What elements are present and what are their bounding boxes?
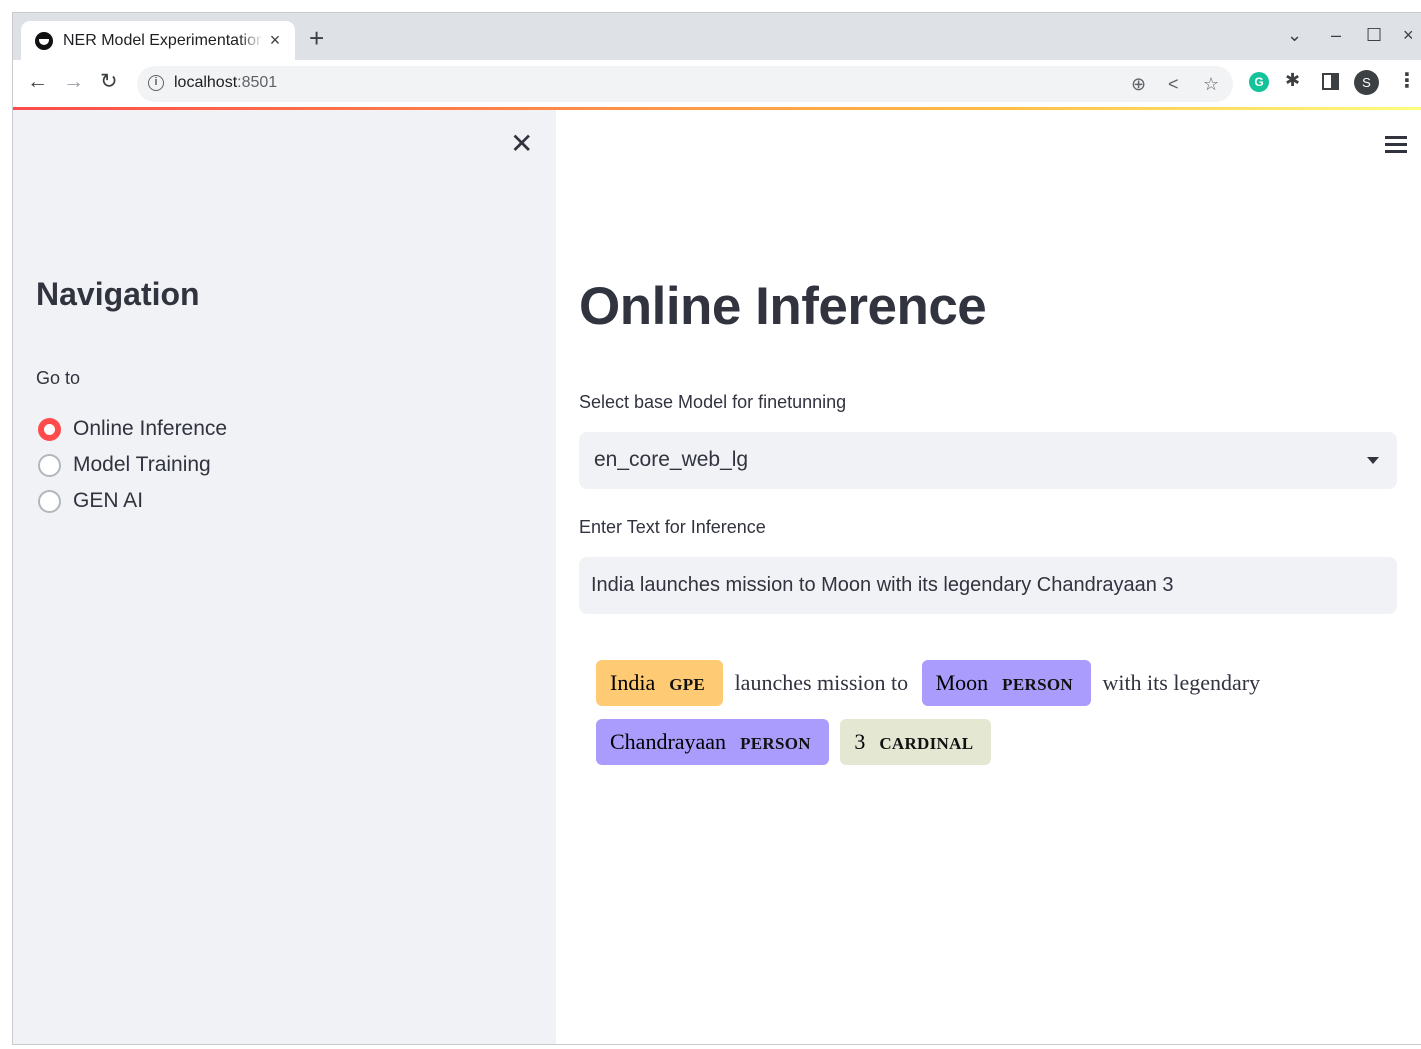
radio-label: GEN AI: [73, 489, 144, 512]
tab-close-icon[interactable]: ×: [265, 30, 285, 51]
ner-output: India GPE launches mission to Moon PERSON …: [596, 652, 1396, 768]
browser-window: NER Model Experimentation × + ⌄ – ☐ × ← …: [12, 12, 1421, 1045]
forward-arrow-icon[interactable]: →: [63, 70, 84, 94]
hamburger-menu-icon[interactable]: [1385, 136, 1407, 153]
profile-avatar[interactable]: S: [1354, 70, 1379, 95]
site-info-icon[interactable]: i: [148, 75, 164, 91]
radio-label: Online Inference: [73, 417, 228, 440]
browser-menu-icon[interactable]: ⋮: [1397, 68, 1417, 93]
select-value: en_core_web_lg: [594, 448, 749, 471]
new-tab-button[interactable]: +: [309, 25, 324, 51]
sidebar: ✕ Navigation Go to Online Inference Mode…: [13, 110, 556, 1044]
side-panel-icon[interactable]: [1322, 73, 1339, 90]
bookmark-star-icon[interactable]: ☆: [1203, 74, 1219, 95]
grammarly-extension-icon[interactable]: G: [1249, 72, 1269, 92]
extensions-puzzle-icon[interactable]: ✱: [1285, 70, 1300, 91]
address-bar[interactable]: i localhost:8501 ⊕ < ☆: [137, 66, 1233, 102]
plain-text: with its legendary: [1102, 670, 1261, 696]
url-text: localhost:8501: [174, 74, 277, 92]
radio-gen-ai[interactable]: GEN AI: [38, 483, 227, 519]
entity-highlight: Chandrayaan PERSON: [596, 719, 829, 766]
entity-highlight: India GPE: [596, 659, 724, 706]
navigation-radio-group: Online Inference Model Training GEN AI: [38, 411, 227, 519]
radio-unchecked-icon[interactable]: [38, 453, 61, 477]
window-close-button[interactable]: ×: [1403, 25, 1414, 46]
zoom-icon[interactable]: ⊕: [1131, 74, 1146, 95]
page-title: Online Inference: [579, 277, 987, 336]
entity-text: Chandrayaan: [610, 729, 727, 755]
entity-highlight: Moon PERSON: [921, 659, 1091, 706]
base-model-select[interactable]: en_core_web_lg: [579, 432, 1397, 489]
entity-highlight: 3 CARDINAL: [840, 719, 992, 766]
text-input-label: Enter Text for Inference: [579, 517, 766, 537]
reload-icon[interactable]: ↻: [100, 70, 118, 94]
entity-label: GPE: [669, 674, 706, 694]
entity-label: PERSON: [740, 734, 811, 754]
tab-strip: NER Model Experimentation × + ⌄ – ☐ ×: [13, 13, 1421, 60]
chevron-down-icon[interactable]: [1367, 457, 1379, 464]
url-port: :8501: [237, 74, 278, 91]
radio-unchecked-icon[interactable]: [38, 489, 61, 513]
entity-label: PERSON: [1002, 674, 1073, 694]
radio-model-training[interactable]: Model Training: [38, 447, 227, 483]
back-arrow-icon[interactable]: ←: [27, 70, 48, 94]
select-label: Select base Model for finetunning: [579, 392, 847, 412]
plain-text: launches mission to: [734, 670, 909, 696]
entity-text: Moon: [935, 669, 989, 695]
minimize-button[interactable]: –: [1331, 25, 1341, 46]
entity-label: CARDINAL: [879, 734, 974, 754]
main-content: Online Inference Select base Model for f…: [556, 110, 1421, 1044]
tab-search-icon[interactable]: ⌄: [1287, 25, 1302, 46]
streamlit-favicon-icon: [35, 31, 53, 50]
browser-toolbar: ← → ↻ i localhost:8501 ⊕ < ☆ G ✱ S ⋮: [13, 60, 1421, 107]
tab-title: NER Model Experimentation: [63, 31, 263, 49]
radio-group-label: Go to: [36, 368, 81, 388]
entity-text: 3: [854, 729, 866, 755]
browser-tab[interactable]: NER Model Experimentation ×: [21, 21, 295, 60]
close-sidebar-icon[interactable]: ✕: [510, 130, 533, 158]
sidebar-title: Navigation: [36, 276, 200, 312]
inference-text-input[interactable]: [579, 557, 1397, 614]
radio-checked-icon[interactable]: [38, 417, 61, 441]
share-icon[interactable]: <: [1168, 74, 1179, 95]
radio-online-inference[interactable]: Online Inference: [38, 411, 227, 447]
entity-text: India: [610, 669, 656, 695]
radio-label: Model Training: [73, 453, 211, 476]
maximize-button[interactable]: ☐: [1366, 25, 1382, 46]
url-host: localhost: [174, 74, 238, 91]
